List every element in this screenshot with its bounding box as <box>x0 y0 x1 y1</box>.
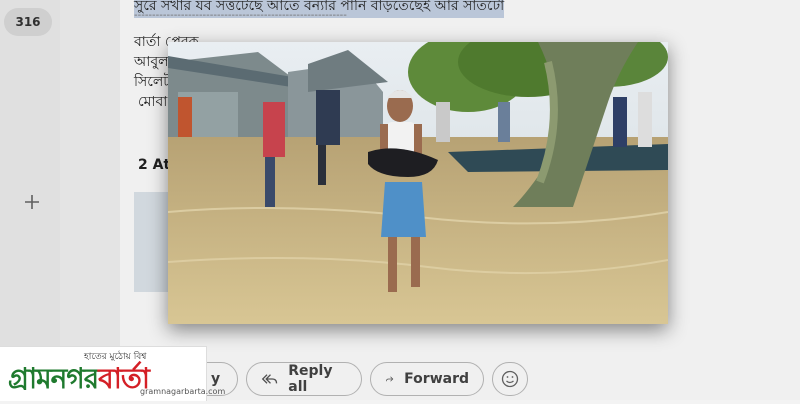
logo-name: গ্রামনগরবার্তা <box>8 357 150 404</box>
logo-url: gramnagarbarta.com <box>140 387 226 396</box>
brand-logo: হাতের মুঠোয় বিশ্ব গ্রামনগরবার্তা gramna… <box>0 346 225 404</box>
logo-name-part1: গ্রামনগর <box>8 362 99 395</box>
flood-photo-illustration <box>168 42 668 324</box>
flood-photo[interactable] <box>168 42 668 324</box>
